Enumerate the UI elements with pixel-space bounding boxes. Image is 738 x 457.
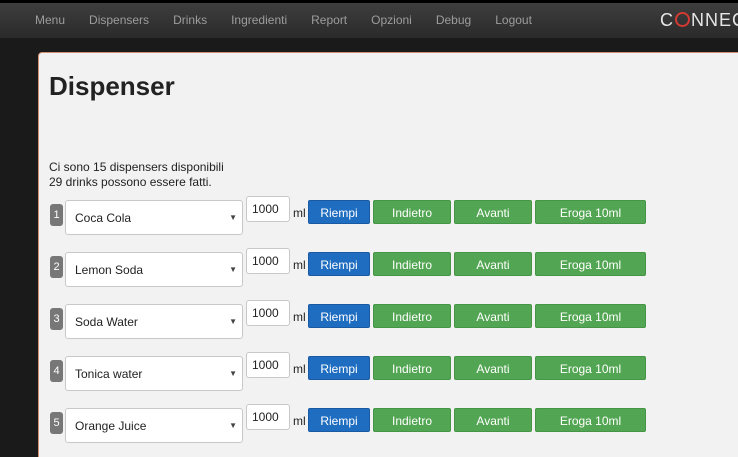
riempi-button[interactable]: Riempi (308, 356, 370, 380)
eroga-button[interactable]: Eroga 10ml (535, 252, 646, 276)
riempi-button[interactable]: Riempi (308, 252, 370, 276)
quantity-input[interactable]: 1000 (246, 300, 290, 326)
riempi-button[interactable]: Riempi (308, 304, 370, 328)
brand-logo: C NNEC (660, 3, 738, 38)
dispenser-number-badge: 3 (50, 308, 63, 330)
indietro-button[interactable]: Indietro (373, 356, 451, 380)
unit-label: ml (293, 310, 306, 324)
nav-logout[interactable]: Logout (483, 3, 544, 38)
nav-ingredienti[interactable]: Ingredienti (219, 3, 299, 38)
drink-select-value: Lemon Soda (75, 263, 144, 277)
avanti-button[interactable]: Avanti (454, 252, 532, 276)
logo-text-start: C (659, 10, 674, 30)
nav-report[interactable]: Report (299, 3, 359, 38)
drink-select-value: Orange Juice (75, 419, 147, 433)
indietro-button[interactable]: Indietro (373, 252, 451, 276)
dispenser-number-badge: 2 (50, 256, 63, 278)
logo-ring-icon (674, 12, 690, 27)
quantity-input[interactable]: 1000 (246, 352, 290, 378)
caret-down-icon: ▼ (229, 421, 237, 430)
eroga-button[interactable]: Eroga 10ml (535, 356, 646, 380)
logo-text-end: NNEC (690, 10, 738, 30)
nav-menu[interactable]: Menu (0, 3, 77, 38)
avanti-button[interactable]: Avanti (454, 356, 532, 380)
drink-select[interactable]: Lemon Soda ▼ (65, 252, 243, 287)
unit-label: ml (293, 206, 306, 220)
drinks-available-text: 29 drinks possono essere fatti. (49, 175, 212, 189)
nav-debug[interactable]: Debug (424, 3, 483, 38)
dispenser-info: Ci sono 15 dispensers disponibili 29 dri… (49, 160, 224, 190)
page-title: Dispenser (49, 71, 175, 101)
eroga-button[interactable]: Eroga 10ml (535, 200, 646, 224)
unit-label: ml (293, 362, 306, 376)
caret-down-icon: ▼ (229, 213, 237, 222)
eroga-button[interactable]: Eroga 10ml (535, 408, 646, 432)
quantity-input[interactable]: 1000 (246, 248, 290, 274)
avanti-button[interactable]: Avanti (454, 304, 532, 328)
dispensers-available-text: Ci sono 15 dispensers disponibili (49, 160, 224, 174)
nav-opzioni[interactable]: Opzioni (359, 3, 424, 38)
unit-label: ml (293, 414, 306, 428)
caret-down-icon: ▼ (229, 369, 237, 378)
dispenser-number-badge: 4 (50, 360, 63, 382)
avanti-button[interactable]: Avanti (454, 200, 532, 224)
drink-select[interactable]: Orange Juice ▼ (65, 408, 243, 443)
eroga-button[interactable]: Eroga 10ml (535, 304, 646, 328)
drink-select[interactable]: Tonica water ▼ (65, 356, 243, 391)
quantity-input[interactable]: 1000 (246, 196, 290, 222)
quantity-input[interactable]: 1000 (246, 404, 290, 430)
dispenser-panel: Dispenser Ci sono 15 dispensers disponib… (38, 52, 738, 457)
navbar: Menu Dispensers Drinks Ingredienti Repor… (0, 0, 738, 38)
caret-down-icon: ▼ (229, 265, 237, 274)
indietro-button[interactable]: Indietro (373, 408, 451, 432)
indietro-button[interactable]: Indietro (373, 200, 451, 224)
drink-select-value: Tonica water (75, 367, 143, 381)
nav-drinks[interactable]: Drinks (161, 3, 219, 38)
indietro-button[interactable]: Indietro (373, 304, 451, 328)
dispenser-number-badge: 1 (50, 204, 63, 226)
drink-select[interactable]: Coca Cola ▼ (65, 200, 243, 235)
drink-select-value: Soda Water (75, 315, 138, 329)
nav-links: Menu Dispensers Drinks Ingredienti Repor… (0, 3, 544, 38)
caret-down-icon: ▼ (229, 317, 237, 326)
riempi-button[interactable]: Riempi (308, 200, 370, 224)
drink-select-value: Coca Cola (75, 211, 132, 225)
riempi-button[interactable]: Riempi (308, 408, 370, 432)
avanti-button[interactable]: Avanti (454, 408, 532, 432)
drink-select[interactable]: Soda Water ▼ (65, 304, 243, 339)
nav-dispensers[interactable]: Dispensers (77, 3, 161, 38)
unit-label: ml (293, 258, 306, 272)
dispenser-number-badge: 5 (50, 412, 63, 434)
